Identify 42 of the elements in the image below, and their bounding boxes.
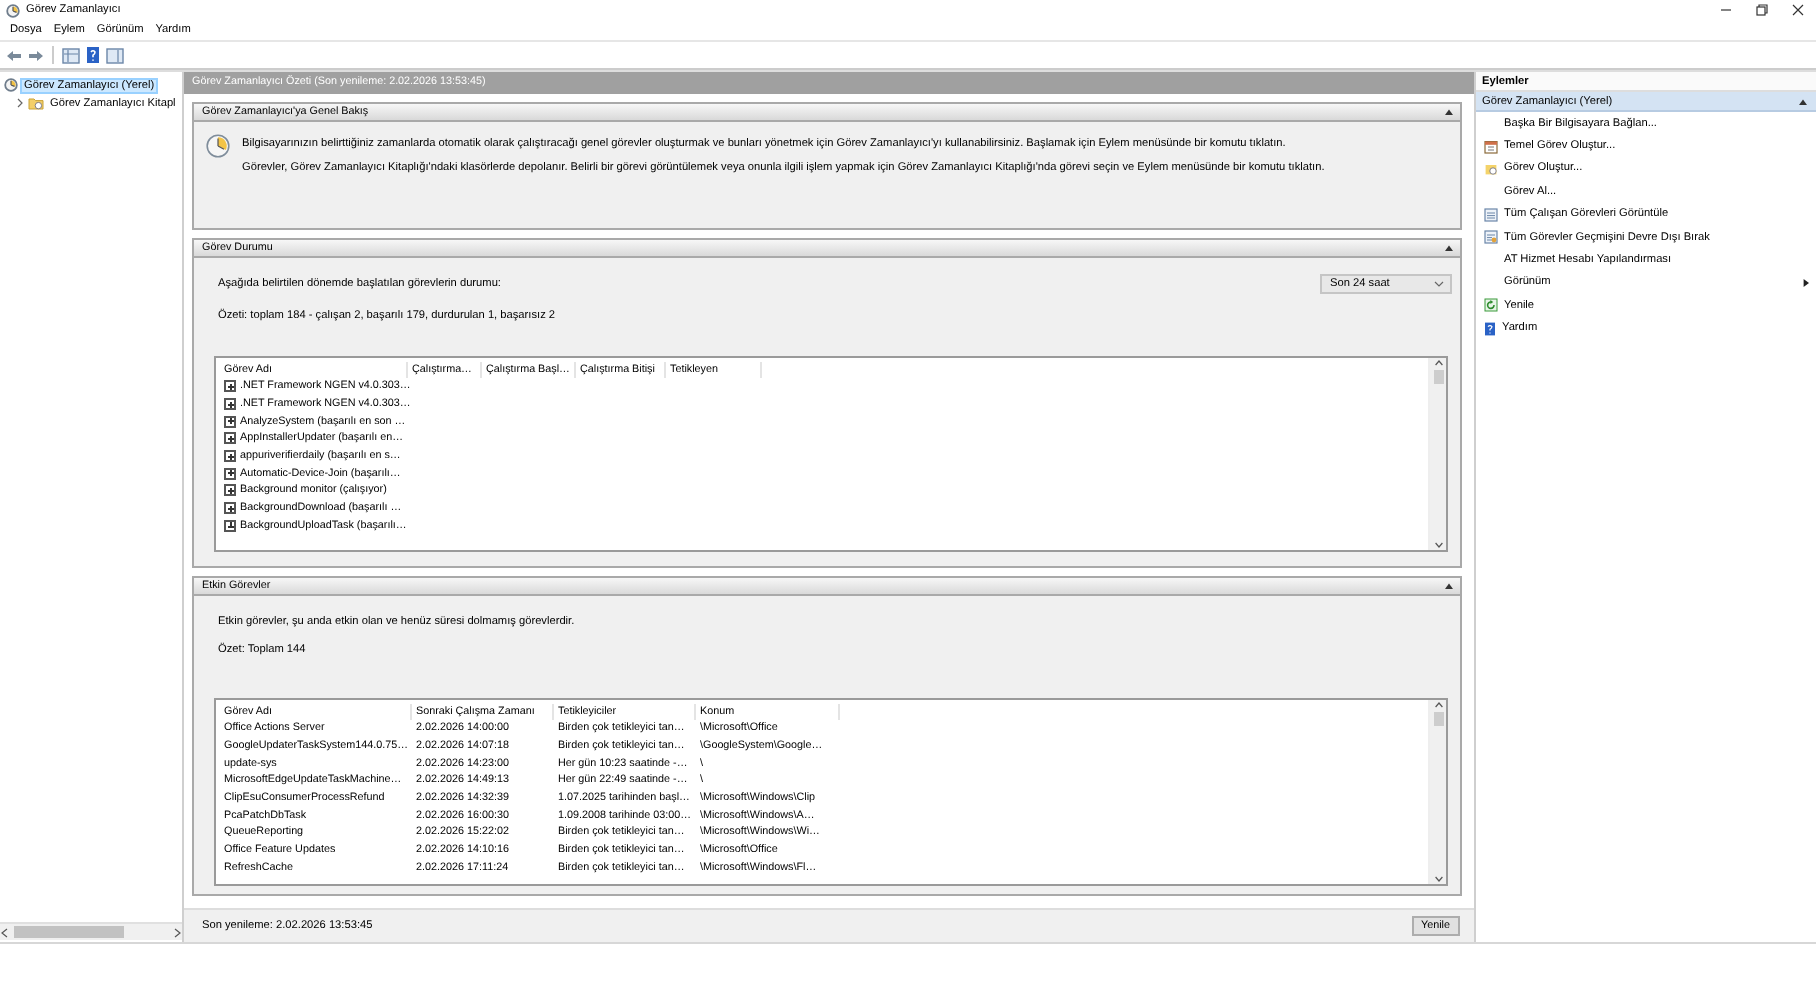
back-arrow-icon[interactable] bbox=[6, 49, 22, 61]
help-book-icon bbox=[1484, 321, 1496, 336]
expand-box-icon[interactable] bbox=[224, 415, 236, 428]
history-list-icon bbox=[1484, 230, 1498, 245]
minimize-icon[interactable] bbox=[1720, 4, 1732, 16]
task-icon bbox=[1484, 161, 1498, 176]
collapse-caret-icon[interactable] bbox=[1444, 108, 1454, 116]
expand-box-icon[interactable] bbox=[224, 519, 236, 532]
collapse-caret-icon[interactable] bbox=[1798, 97, 1808, 105]
expand-box-icon[interactable] bbox=[224, 450, 236, 463]
scroll-down-icon[interactable] bbox=[1433, 874, 1443, 884]
collapse-caret-icon[interactable] bbox=[1444, 582, 1454, 590]
folder-clock-icon bbox=[28, 96, 44, 110]
submenu-arrow-icon bbox=[1802, 277, 1810, 288]
clock-icon bbox=[6, 3, 20, 17]
scrollbar-thumb[interactable] bbox=[1433, 370, 1443, 384]
scroll-right-icon[interactable] bbox=[172, 927, 182, 937]
scroll-up-icon[interactable] bbox=[1433, 358, 1443, 368]
calendar-icon bbox=[1484, 139, 1498, 154]
scrollbar-thumb[interactable] bbox=[14, 926, 124, 938]
expand-box-icon[interactable] bbox=[224, 380, 236, 393]
forward-arrow-icon[interactable] bbox=[28, 49, 44, 61]
action-pane-icon[interactable] bbox=[106, 47, 124, 63]
expand-box-icon[interactable] bbox=[224, 484, 236, 497]
clock-icon bbox=[206, 134, 230, 158]
close-icon[interactable] bbox=[1792, 4, 1804, 16]
help-icon[interactable] bbox=[86, 46, 100, 64]
expand-box-icon[interactable] bbox=[224, 467, 236, 480]
console-tree-icon[interactable] bbox=[62, 47, 80, 63]
expand-caret-icon[interactable] bbox=[16, 98, 24, 108]
refresh-icon bbox=[1484, 298, 1498, 313]
list-window-icon bbox=[1484, 207, 1498, 222]
expand-box-icon[interactable] bbox=[224, 502, 236, 515]
scroll-left-icon[interactable] bbox=[0, 927, 10, 937]
restore-icon[interactable] bbox=[1756, 4, 1768, 16]
collapse-caret-icon[interactable] bbox=[1444, 244, 1454, 252]
scroll-up-icon[interactable] bbox=[1433, 700, 1443, 710]
expand-box-icon[interactable] bbox=[224, 398, 236, 411]
scroll-down-icon[interactable] bbox=[1433, 540, 1443, 550]
dropdown-caret-icon[interactable] bbox=[1434, 280, 1444, 288]
scrollbar-thumb[interactable] bbox=[1433, 712, 1443, 726]
expand-box-icon[interactable] bbox=[224, 432, 236, 445]
